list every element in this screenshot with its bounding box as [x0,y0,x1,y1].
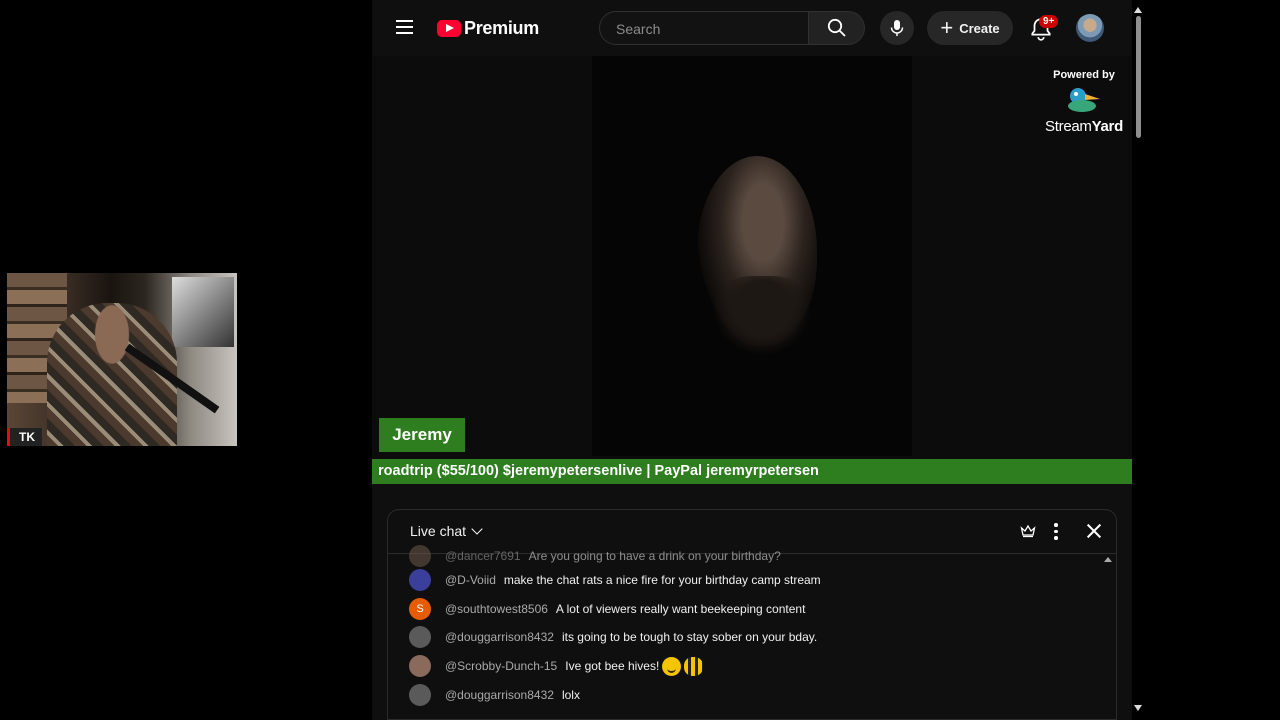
chevron-down-icon [471,523,483,535]
chat-text: lolx [561,687,580,702]
chat-message[interactable]: @dancer7691 Are you going to have a drink… [388,545,1108,567]
chat-text: Are you going to have a drink on your bi… [528,549,781,563]
more-options-icon[interactable] [1054,523,1058,543]
chat-message[interactable]: @D-Voiid make the chat rats a nice fire f… [388,566,1108,595]
smile-emoji-icon [662,656,682,676]
chat-message[interactable]: @douggarrison8432 lolx [388,680,1108,709]
chat-author[interactable]: @southtowest8506 [445,602,548,616]
crown-icon[interactable] [1020,524,1036,538]
chat-text: its going to be tough to stay sober on y… [561,630,818,645]
chat-author[interactable]: @Scrobby-Dunch-15 [445,659,557,673]
microphone-icon [890,20,904,36]
top-bar: Premium + Create 9+ [372,0,1132,56]
create-button[interactable]: + Create [927,11,1013,45]
youtube-window: Premium + Create 9+ Powered by [372,0,1132,720]
notification-badge: 9+ [1039,15,1059,28]
search-icon [827,18,846,37]
name-tag: Jeremy [379,418,465,452]
chat-avatar[interactable] [409,626,431,649]
chat-messages: @dancer7691 Are you going to have a drink… [388,545,1108,709]
search-box [599,11,809,45]
search-button[interactable] [809,11,865,45]
streamer-image [47,303,177,446]
webcam-name-tag: TK [7,428,42,446]
chat-author[interactable]: @dancer7691 [445,549,521,563]
bee-emoji-icon [684,656,704,676]
chat-author[interactable]: @D-Voiid [445,573,496,587]
streamer-camera [592,56,912,456]
video-player[interactable]: Powered by StreamYard Jeremy roadtrip ($… [372,56,1132,484]
webcam-overlay: TK [7,273,237,446]
brand-label: Premium [464,18,539,38]
wall-poster [172,277,234,347]
chat-avatar[interactable] [409,683,431,706]
youtube-logo[interactable]: Premium [437,18,539,39]
live-chat-title: Live chat [410,523,467,539]
ticker-banner: roadtrip ($55/100) $jeremypetersenlive |… [372,459,1132,484]
search-input[interactable] [614,20,798,38]
scroll-down-arrow-icon[interactable] [1134,705,1142,711]
live-chat-dropdown[interactable]: Live chat [410,523,483,539]
powered-by-label: Powered by [1053,69,1115,81]
chat-avatar[interactable] [409,569,431,592]
chat-message[interactable]: S @southtowest8506 A lot of viewers really… [388,595,1108,624]
chat-text: A lot of viewers really want beekeeping … [555,601,806,616]
streamyard-word-b: Yard [1091,118,1124,135]
voice-search-button[interactable] [880,11,914,45]
chat-author[interactable]: @douggarrison8432 [445,688,554,702]
streamyard-badge: Powered by StreamYard [1040,69,1128,135]
page-scrollbar[interactable] [1136,16,1141,138]
create-label: Create [959,20,1000,36]
menu-icon[interactable] [396,20,413,34]
streamyard-duck-icon [1068,88,1100,112]
chat-avatar[interactable]: S [409,597,431,620]
chat-message[interactable]: @Scrobby-Dunch-15 Ive got bee hives! [388,652,1108,681]
chat-message[interactable]: @douggarrison8432 its going to be tough t… [388,623,1108,652]
account-avatar[interactable] [1076,14,1104,42]
chat-avatar[interactable] [409,655,431,678]
chat-text: make the chat rats a nice fire for your … [503,573,821,588]
streamer-beard [712,276,812,356]
streamyard-wordmark: StreamYard [1040,118,1128,135]
close-icon[interactable] [1085,522,1103,540]
chat-author[interactable]: @douggarrison8432 [445,630,554,644]
chat-text: Ive got bee hives! [565,659,660,674]
live-chat-panel: Live chat @dancer7691 Are you going to ha… [387,509,1117,720]
plus-icon: + [940,15,954,40]
scroll-up-arrow-icon[interactable] [1134,7,1142,13]
youtube-play-icon [437,20,461,37]
chat-avatar[interactable] [409,545,431,567]
streamyard-word-a: Stream [1045,118,1092,135]
